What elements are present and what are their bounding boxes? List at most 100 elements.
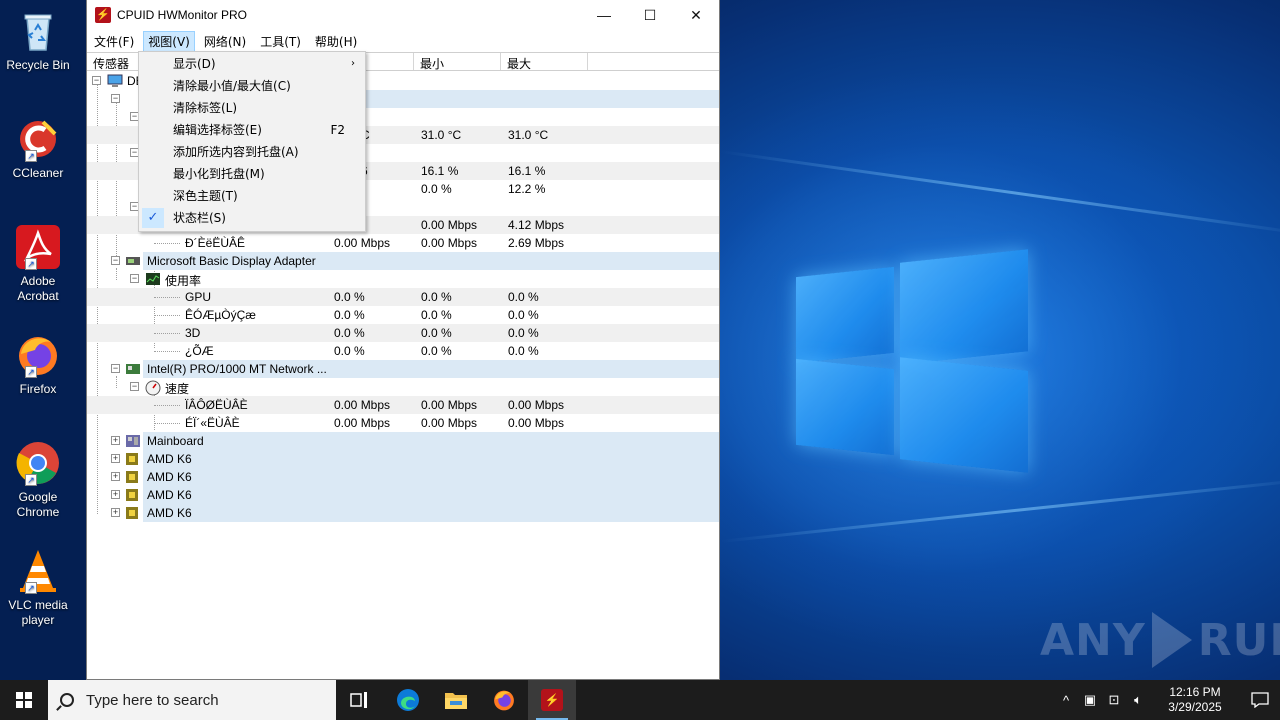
menu-file[interactable]: 文件(F) bbox=[89, 31, 139, 52]
menu-bar: 文件(F) 视图(V) 网络(N) 工具(T) 帮助(H) bbox=[87, 30, 719, 52]
tree-row-group[interactable]: − 速度 bbox=[87, 378, 719, 396]
menu-view[interactable]: 视图(V) bbox=[143, 30, 195, 52]
sensor-value: 0.0 % bbox=[334, 326, 365, 340]
column-max[interactable]: 最大 bbox=[501, 53, 588, 71]
clock[interactable]: 12:16 PM 3/29/2025 bbox=[1158, 685, 1232, 715]
submenu-arrow-icon: › bbox=[351, 58, 355, 69]
tree-row-mainboard[interactable]: + Mainboard bbox=[87, 432, 719, 450]
desktop-icon-label: CCleaner bbox=[12, 166, 64, 180]
sensor-min: 0.0 % bbox=[421, 344, 452, 358]
maximize-button[interactable]: ☐ bbox=[627, 0, 673, 30]
tree-row-sensor[interactable]: ÊÓÆµÒýÇæ 0.0 % 0.0 % 0.0 % bbox=[87, 306, 719, 324]
tree-row-sensor[interactable]: 3D 0.0 % 0.0 % 0.0 % bbox=[87, 324, 719, 342]
desktop-icon-vlc[interactable]: ↗ VLC media player bbox=[2, 548, 74, 628]
taskbar-hwmonitor[interactable]: ⚡ bbox=[528, 680, 576, 720]
desktop-icon-label: Google Chrome bbox=[16, 490, 60, 519]
tree-row-sensor[interactable]: ÉÏ´«ËÙÂÈ 0.00 Mbps 0.00 Mbps 0.00 Mbps bbox=[87, 414, 719, 432]
sensor-min: 0.0 % bbox=[421, 308, 452, 322]
collapse-icon[interactable]: − bbox=[111, 256, 120, 265]
expand-icon[interactable]: + bbox=[111, 454, 120, 463]
expand-icon[interactable]: + bbox=[111, 472, 120, 481]
desktop-icon-recycle-bin[interactable]: Recycle Bin bbox=[2, 8, 74, 73]
sensor-min: 0.00 Mbps bbox=[421, 398, 478, 412]
mainboard-icon bbox=[125, 434, 140, 448]
tray-app-icon[interactable]: ▣ bbox=[1078, 692, 1102, 708]
menu-item-edit-label[interactable]: 编辑选择标签(E) F2 bbox=[139, 119, 365, 141]
sensor-min: 0.0 % bbox=[421, 182, 452, 196]
tree-row-group[interactable]: − 使用率 bbox=[87, 270, 719, 288]
menu-help[interactable]: 帮助(H) bbox=[310, 31, 362, 52]
collapse-icon[interactable]: − bbox=[111, 364, 120, 373]
tree-row-device[interactable]: − Microsoft Basic Display Adapter bbox=[87, 252, 719, 270]
menu-item-label: 添加所选内容到托盘(A) bbox=[173, 145, 299, 159]
sensor-max: 0.00 Mbps bbox=[508, 416, 565, 430]
firefox-icon bbox=[494, 690, 514, 711]
group-label: 使用率 bbox=[165, 274, 202, 288]
shortcut-arrow-icon: ↗ bbox=[25, 582, 37, 594]
tree-row-cpu[interactable]: + AMD K6 bbox=[87, 450, 719, 468]
close-button[interactable]: ✕ bbox=[673, 0, 719, 30]
expand-icon[interactable]: + bbox=[111, 508, 120, 517]
taskbar-firefox[interactable] bbox=[480, 680, 528, 720]
desktop-icon-google-chrome[interactable]: ↗ Google Chrome bbox=[2, 440, 74, 520]
menu-network[interactable]: 网络(N) bbox=[199, 31, 251, 52]
task-view-button[interactable] bbox=[336, 680, 384, 720]
sensor-min: 0.00 Mbps bbox=[421, 218, 478, 232]
shortcut-arrow-icon: ↗ bbox=[25, 474, 37, 486]
collapse-icon[interactable]: − bbox=[130, 274, 139, 283]
network-adapter-icon bbox=[125, 362, 140, 376]
sensor-min: 0.0 % bbox=[421, 326, 452, 340]
minimize-button[interactable]: — bbox=[581, 0, 627, 30]
sensor-max: 16.1 % bbox=[508, 164, 546, 178]
expand-icon[interactable]: + bbox=[111, 490, 120, 499]
collapse-icon[interactable]: − bbox=[92, 76, 101, 85]
notifications-button[interactable] bbox=[1240, 692, 1280, 708]
sensor-max: 0.00 Mbps bbox=[508, 398, 565, 412]
collapse-icon[interactable]: − bbox=[111, 94, 120, 103]
tray-expand-icon[interactable]: ^ bbox=[1054, 693, 1078, 708]
sensor-name: Ð´ÈëËÙÂÊ bbox=[185, 236, 246, 250]
expand-icon[interactable]: + bbox=[111, 436, 120, 445]
tree-row-sensor[interactable]: ¿ÕÆ 0.0 % 0.0 % 0.0 % bbox=[87, 342, 719, 360]
taskbar-search-box[interactable]: Type here to search bbox=[48, 680, 336, 720]
menu-item-clear-labels[interactable]: 清除标签(L) bbox=[139, 97, 365, 119]
search-icon bbox=[60, 693, 74, 707]
menu-item-add-to-tray[interactable]: 添加所选内容到托盘(A) bbox=[139, 141, 365, 163]
menu-item-clear-minmax[interactable]: 清除最小值/最大值(C) bbox=[139, 75, 365, 97]
tree-row-cpu[interactable]: + AMD K6 bbox=[87, 468, 719, 486]
sensor-value: 0.0 % bbox=[334, 344, 365, 358]
desktop-icon-label: Adobe Acrobat bbox=[17, 274, 59, 303]
sensor-max: 0.0 % bbox=[508, 290, 539, 304]
tree-row-cpu[interactable]: + AMD K6 bbox=[87, 504, 719, 522]
desktop-icon-adobe-acrobat[interactable]: ↗ Adobe Acrobat bbox=[2, 224, 74, 304]
tree-row-sensor[interactable]: GPU 0.0 % 0.0 % 0.0 % bbox=[87, 288, 719, 306]
network-icon[interactable]: ⊡ bbox=[1102, 692, 1126, 708]
menu-item-status-bar[interactable]: ✓ 状态栏(S) bbox=[139, 207, 365, 229]
shortcut-arrow-icon: ↗ bbox=[25, 150, 37, 162]
menu-item-minimize-to-tray[interactable]: 最小化到托盘(M) bbox=[139, 163, 365, 185]
taskbar-file-explorer[interactable] bbox=[432, 680, 480, 720]
start-button[interactable] bbox=[0, 680, 48, 720]
desktop-icon-label: Firefox bbox=[19, 382, 57, 396]
desktop-icon-firefox[interactable]: ↗ Firefox bbox=[2, 332, 74, 397]
menu-item-label: 显示(D) bbox=[173, 57, 216, 71]
taskbar-edge[interactable] bbox=[384, 680, 432, 720]
clock-date: 3/29/2025 bbox=[1168, 700, 1222, 714]
view-menu-dropdown: 显示(D) › 清除最小值/最大值(C) 清除标签(L) 编辑选择标签(E) F… bbox=[138, 51, 366, 232]
sensor-min: 31.0 °C bbox=[421, 128, 462, 142]
tree-row-device[interactable]: − Intel(R) PRO/1000 MT Network ... bbox=[87, 360, 719, 378]
menu-tools[interactable]: 工具(T) bbox=[255, 31, 306, 52]
ccleaner-icon: ↗ bbox=[15, 116, 61, 162]
tree-row-cpu[interactable]: + AMD K6 bbox=[87, 486, 719, 504]
tree-row-sensor[interactable]: ÏÂÔØËÙÂÈ 0.00 Mbps 0.00 Mbps 0.00 Mbps bbox=[87, 396, 719, 414]
title-bar[interactable]: ⚡ CPUID HWMonitor PRO — ☐ ✕ bbox=[87, 0, 719, 30]
tree-row-sensor[interactable]: Ð´ÈëËÙÂÊ 0.00 Mbps 0.00 Mbps 2.69 Mbps bbox=[87, 234, 719, 252]
volume-icon[interactable]: 🔈︎ bbox=[1126, 692, 1150, 708]
column-min[interactable]: 最小 bbox=[414, 53, 501, 71]
menu-item-dark-theme[interactable]: 深色主题(T) bbox=[139, 185, 365, 207]
light-beam bbox=[719, 150, 1280, 237]
collapse-icon[interactable]: − bbox=[130, 382, 139, 391]
menu-item-display[interactable]: 显示(D) › bbox=[139, 53, 365, 75]
desktop-icon-ccleaner[interactable]: ↗ CCleaner bbox=[2, 116, 74, 181]
sensor-value: 0.0 % bbox=[334, 308, 365, 322]
